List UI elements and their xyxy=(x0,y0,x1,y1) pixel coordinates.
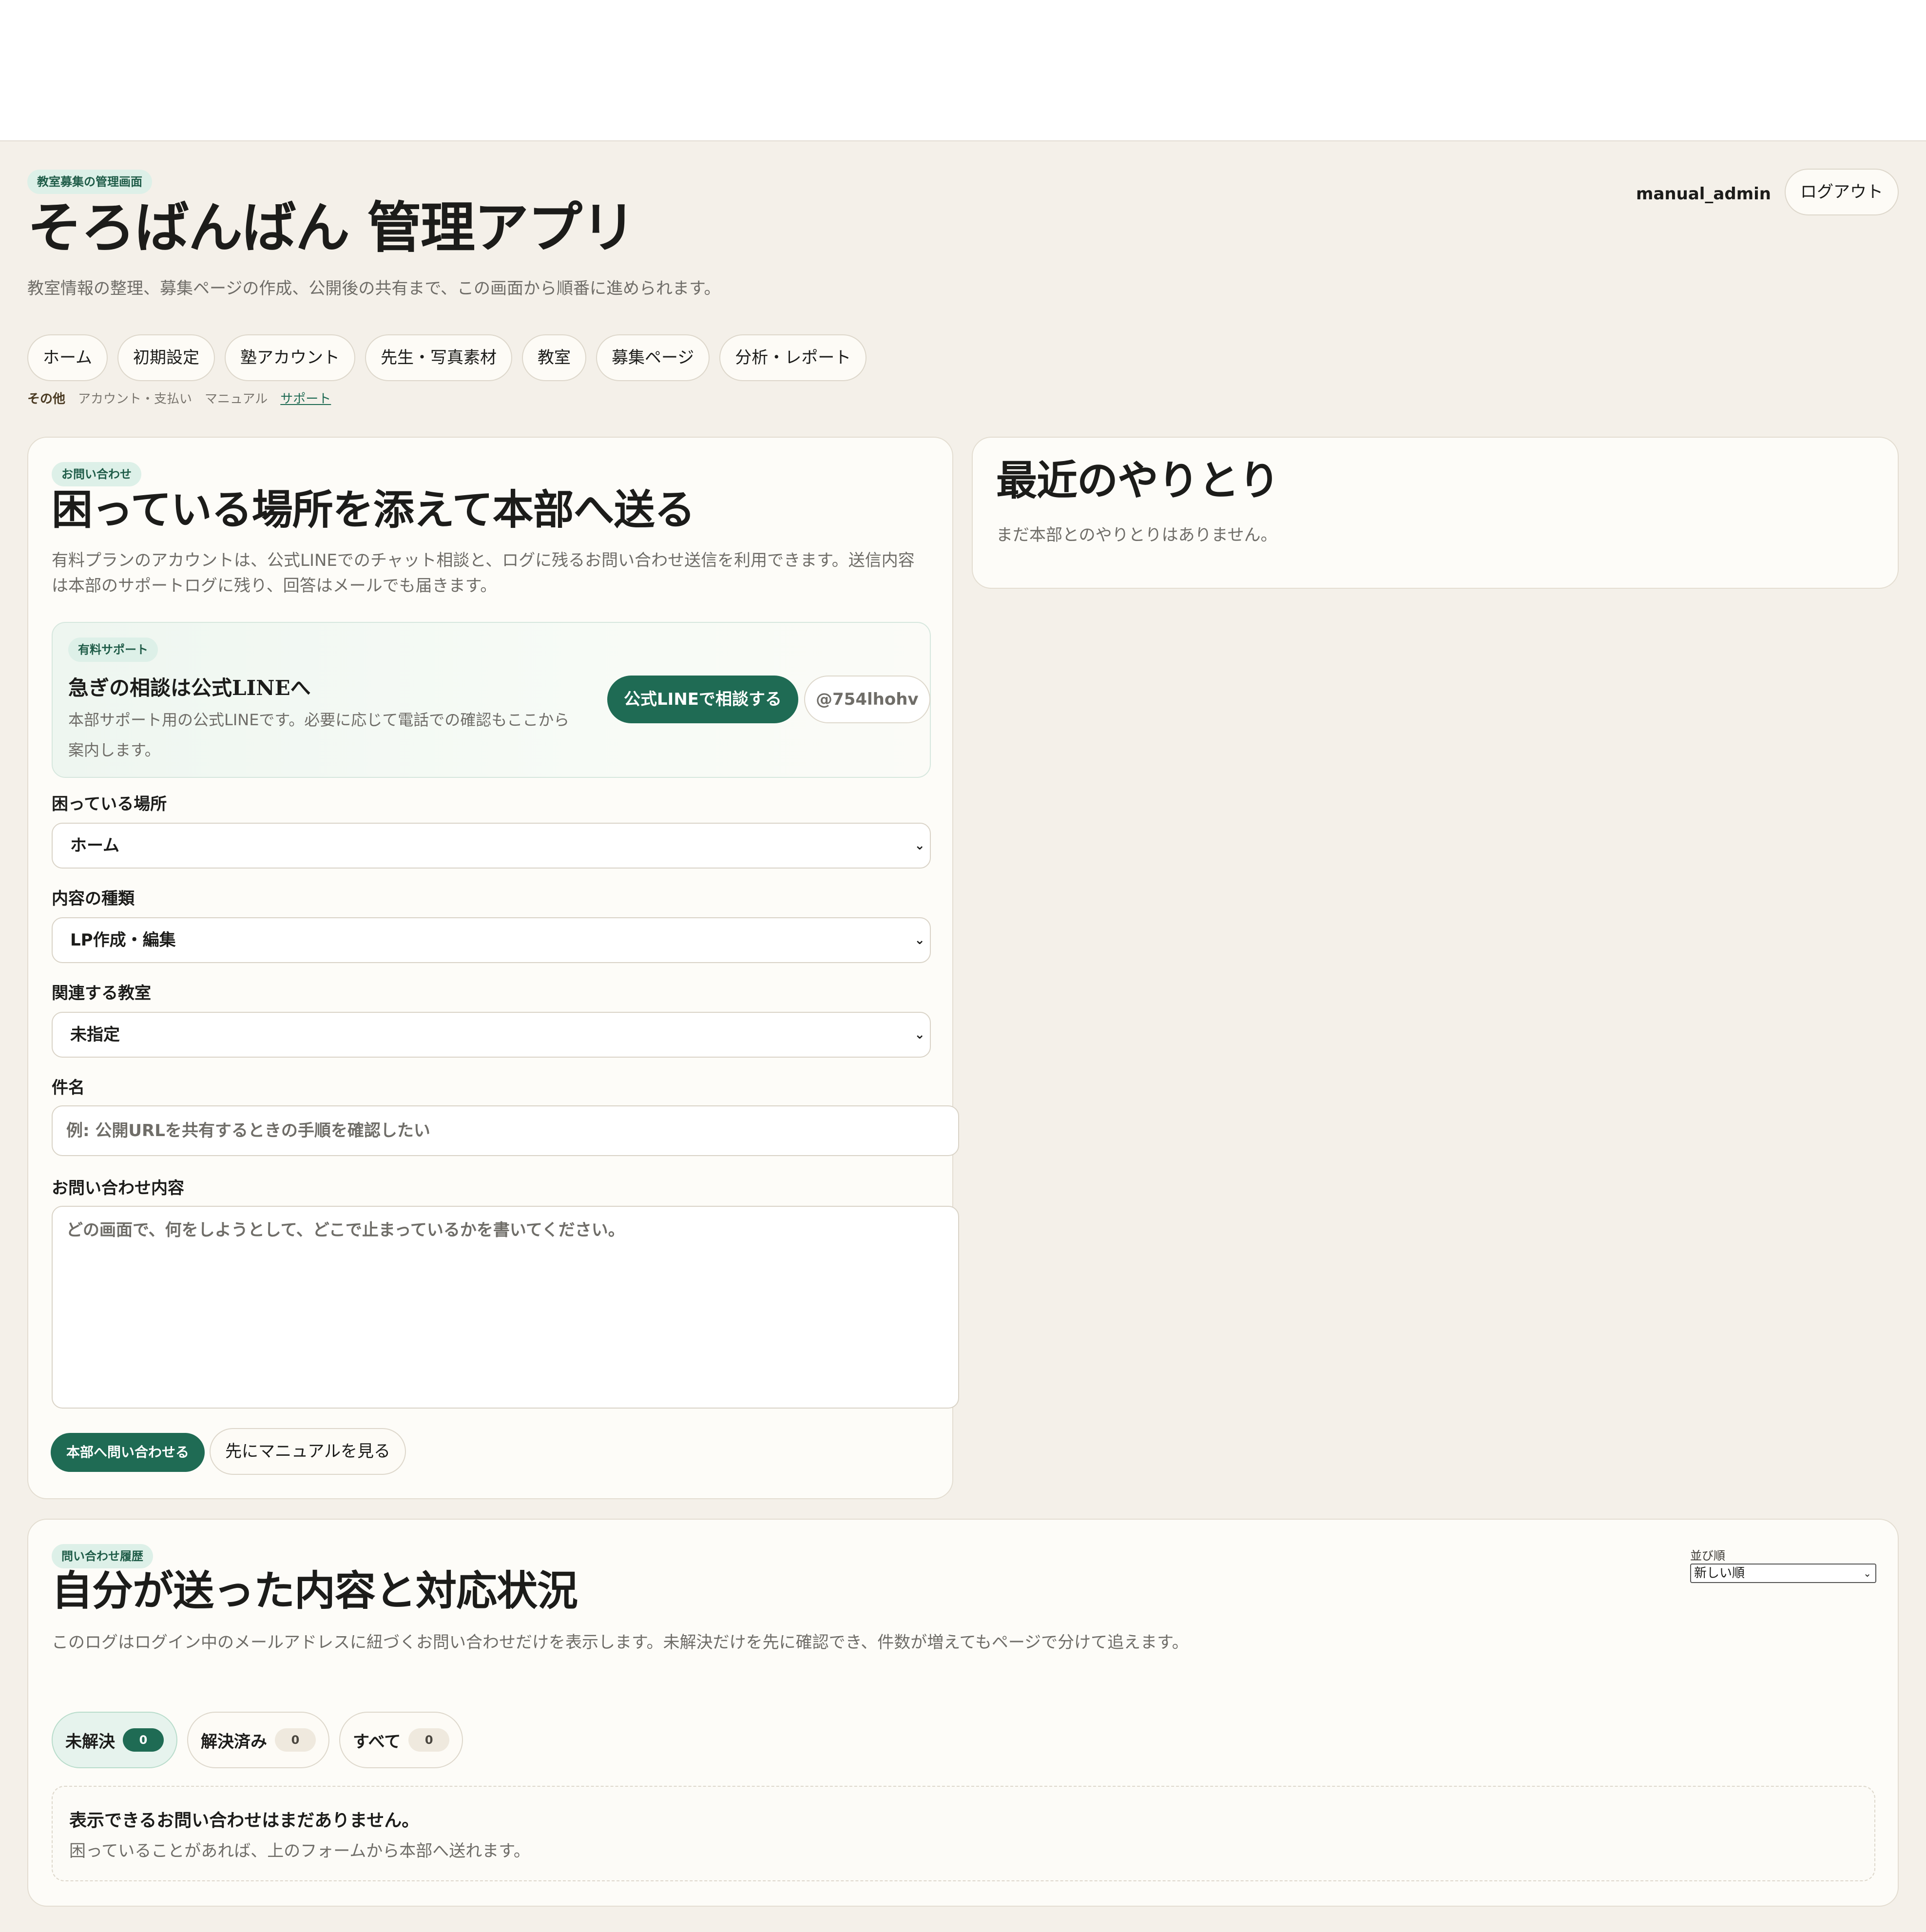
line-support-box: 有料サポート 急ぎの相談は公式LINEへ 本部サポート用の公式LINEです。必要… xyxy=(52,622,931,778)
nav-teachers-photos[interactable]: 先生・写真素材 xyxy=(365,334,512,381)
room-label: 関連する教室 xyxy=(52,984,151,1003)
place-select[interactable]: ホーム ⌄ xyxy=(52,823,931,869)
tab-all[interactable]: すべて 0 xyxy=(339,1712,463,1768)
body-textarea[interactable]: どの画面で、何をしようとして、どこで止まっているかを書いてください。 xyxy=(52,1206,959,1409)
subject-placeholder: 例: 公開URLを共有するときの手順を確認したい xyxy=(66,1121,430,1140)
body-label: お問い合わせ内容 xyxy=(52,1179,184,1198)
header-chip: 教室募集の管理画面 xyxy=(27,170,152,194)
empty-title: 表示できるお問い合わせはまだありません。 xyxy=(69,1811,420,1831)
sub-nav-manual[interactable]: マニュアル xyxy=(205,392,268,406)
chevron-down-icon: ⌄ xyxy=(1863,1567,1871,1579)
nav-analytics[interactable]: 分析・レポート xyxy=(719,334,867,381)
place-label: 困っている場所 xyxy=(52,794,167,814)
line-chip: 有料サポート xyxy=(68,638,158,662)
nav-initial-setup[interactable]: 初期設定 xyxy=(117,334,215,381)
status-tabs: 未解決 0 解決済み 0 すべて 0 xyxy=(52,1712,463,1768)
form-chip: お問い合わせ xyxy=(52,462,141,486)
recent-card: 最近のやりとり まだ本部とのやりとりはありません。 xyxy=(972,437,1899,589)
user-name: manual_admin xyxy=(1636,184,1771,204)
page-subtitle: 教室情報の整理、募集ページの作成、公開後の共有まで、この画面から順番に進められま… xyxy=(27,279,721,298)
sub-nav: その他 アカウント・支払い マニュアル サポート xyxy=(27,392,331,406)
tab-label: 未解決 xyxy=(65,1732,115,1752)
page-title: そろばんばん 管理アプリ xyxy=(27,196,636,260)
tab-label: すべて xyxy=(353,1732,401,1752)
type-select[interactable]: LP作成・編集 ⌄ xyxy=(52,917,931,963)
sort-select-value: 新しい順 xyxy=(1694,1566,1745,1581)
history-card: 問い合わせ履歴 自分が送った内容と対応状況 このログはログイン中のメールアドレス… xyxy=(27,1519,1899,1907)
inquiry-form-card: お問い合わせ 困っている場所を添えて本部へ送る 有料プランのアカウントは、公式L… xyxy=(27,437,959,1499)
sort-select[interactable]: 新しい順 ⌄ xyxy=(1690,1564,1876,1583)
line-consult-button[interactable]: 公式LINEで相談する xyxy=(607,676,798,723)
room-select[interactable]: 未指定 ⌄ xyxy=(52,1012,931,1058)
history-chip: 問い合わせ履歴 xyxy=(52,1544,153,1568)
subject-input[interactable]: 例: 公開URLを共有するときの手順を確認したい xyxy=(52,1105,959,1156)
line-id-badge[interactable]: @754lhohv xyxy=(804,676,930,723)
subject-label: 件名 xyxy=(52,1078,85,1098)
type-select-value: LP作成・編集 xyxy=(70,930,176,950)
line-description: 本部サポート用の公式LINEです。必要に応じて電話での確認もここから案内します。 xyxy=(68,711,570,759)
nav-school-account[interactable]: 塾アカウント xyxy=(224,334,355,381)
form-title: 困っている場所を添えて本部へ送る xyxy=(52,485,695,534)
main-nav: ホーム 初期設定 塾アカウント 先生・写真素材 教室 募集ページ 分析・レポート xyxy=(27,334,867,381)
manual-button[interactable]: 先にマニュアルを見る xyxy=(210,1428,406,1475)
sort-label: 並び順 xyxy=(1690,1549,1725,1563)
top-bar xyxy=(0,0,1926,141)
recent-title: 最近のやりとり xyxy=(996,456,1280,504)
nav-classroom[interactable]: 教室 xyxy=(521,334,586,381)
sub-nav-support[interactable]: サポート xyxy=(280,392,331,406)
history-empty-state: 表示できるお問い合わせはまだありません。 困っていることがあれば、上のフォームか… xyxy=(52,1786,1875,1881)
nav-recruit-page[interactable]: 募集ページ xyxy=(596,334,710,381)
empty-description: 困っていることがあれば、上のフォームから本部へ送れます。 xyxy=(69,1841,530,1861)
history-title: 自分が送った内容と対応状況 xyxy=(52,1566,578,1615)
tab-resolved[interactable]: 解決済み 0 xyxy=(187,1712,329,1768)
form-description: 有料プランのアカウントは、公式LINEでのチャット相談と、ログに残るお問い合わせ… xyxy=(52,551,915,596)
count-badge: 0 xyxy=(123,1728,164,1752)
place-select-value: ホーム xyxy=(70,836,119,855)
sub-nav-label: その他 xyxy=(27,392,66,406)
room-select-value: 未指定 xyxy=(70,1025,120,1044)
nav-home[interactable]: ホーム xyxy=(27,334,108,381)
tab-unresolved[interactable]: 未解決 0 xyxy=(52,1712,177,1768)
recent-empty: まだ本部とのやりとりはありません。 xyxy=(996,525,1277,545)
tab-label: 解決済み xyxy=(201,1732,267,1752)
sub-nav-account[interactable]: アカウント・支払い xyxy=(78,392,192,406)
logout-button[interactable]: ログアウト xyxy=(1785,169,1899,215)
type-label: 内容の種類 xyxy=(52,889,135,908)
chevron-down-icon: ⌄ xyxy=(914,838,925,853)
body-placeholder: どの画面で、何をしようとして、どこで止まっているかを書いてください。 xyxy=(66,1220,625,1240)
submit-button-visual[interactable]: 本部へ問い合わせる xyxy=(51,1433,205,1472)
line-title: 急ぎの相談は公式LINEへ xyxy=(68,676,311,700)
chevron-down-icon: ⌄ xyxy=(914,1027,925,1042)
count-badge: 0 xyxy=(275,1728,316,1752)
history-description: このログはログイン中のメールアドレスに紐づくお問い合わせだけを表示します。未解決… xyxy=(52,1633,1189,1652)
chevron-down-icon: ⌄ xyxy=(914,933,925,947)
count-badge: 0 xyxy=(408,1728,450,1752)
